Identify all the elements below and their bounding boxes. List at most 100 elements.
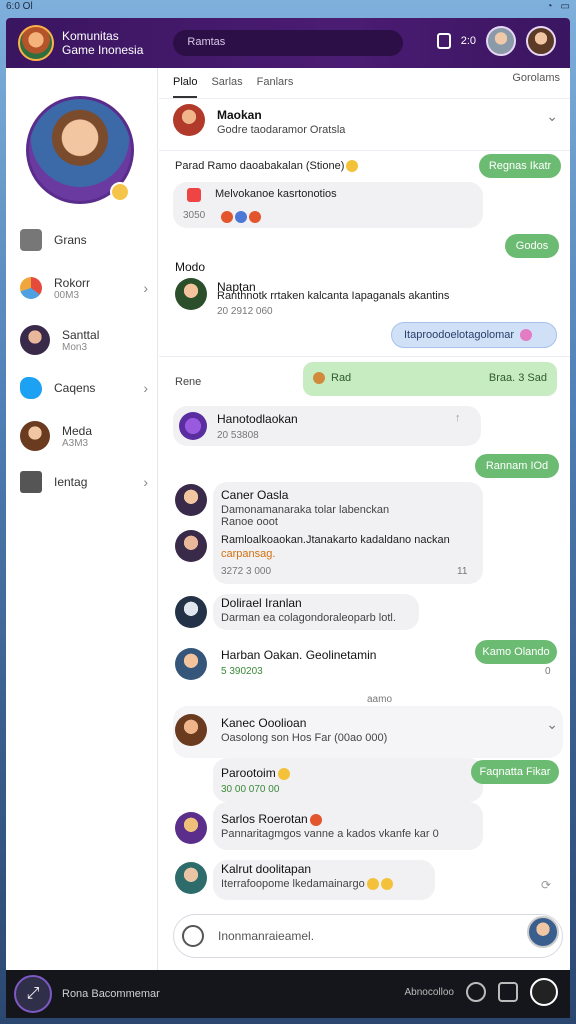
member-avatar[interactable] [175, 714, 207, 746]
message-meta: 3050 [183, 210, 206, 221]
member-avatar[interactable] [175, 648, 207, 680]
member-avatar[interactable] [179, 412, 207, 440]
message-input[interactable]: Inonmanraieamel. [218, 929, 314, 943]
message-meta: 11 [457, 566, 468, 577]
message-meta: 5 390203 [221, 666, 263, 677]
message-author: Kanec Ooolioan [221, 716, 307, 730]
app-window: Komunitas Game Inonesia Ramtas 2:0 Grans… [6, 18, 570, 970]
divider [159, 98, 570, 99]
bottom-bar: ⤢ Rona Bacommemar Abnocolloo [6, 970, 570, 1018]
message-author: Harban Oakan. Geolinetamin [221, 648, 377, 662]
emoji-icon [277, 767, 290, 780]
highlight-bubble[interactable]: Rad Braa. 3 Sad [303, 362, 557, 396]
message-text: Pannaritagmgos vanne a kados vkanfe kar … [221, 828, 439, 840]
pinned-name: Maokan [217, 108, 262, 122]
message-text: Melvokanoe kasrtonotios [215, 188, 337, 200]
message-text: Darman ea colagondoraleoparb lotl. [221, 612, 396, 624]
meda-avatar [20, 421, 50, 451]
message-text: Parad Ramo daoabakalan (Stione) [175, 160, 359, 173]
share-icon[interactable] [498, 982, 518, 1002]
pinned-avatar[interactable] [173, 104, 205, 136]
sidebar-item-ientag[interactable]: Ientag › [20, 464, 150, 500]
reply-bubble[interactable]: Rannam IOd [475, 454, 559, 478]
user-avatar[interactable] [526, 26, 556, 56]
member-avatar[interactable] [175, 484, 207, 516]
shield-icon [20, 229, 42, 251]
message-text: Damonamanaraka tolar labenckan [221, 504, 390, 516]
sidebar-item-grans[interactable]: Grans [20, 222, 150, 258]
message-author: Dolirael Iranlan [221, 596, 302, 610]
reply-bubble[interactable]: Godos [505, 234, 559, 258]
message-text: Ramloalkoaokan.Jtanakarto kadaldano nack… [221, 534, 450, 546]
system-status-bar: 6:0 Ol ◔ ▭ [0, 0, 576, 14]
message-author: Parootoim [221, 766, 290, 780]
member-avatar[interactable] [175, 812, 207, 844]
emoji-icon [235, 210, 247, 223]
tab-fanlars[interactable]: Fanlars [257, 72, 294, 98]
bird-icon [20, 377, 42, 399]
chevron-down-icon[interactable]: ⌄ [546, 716, 558, 733]
sidebar-item-santtal[interactable]: Santtal Mon3 [20, 322, 150, 358]
info-icon[interactable]: ↑ [455, 412, 461, 424]
chrome-icon [20, 277, 42, 299]
reply-bubble[interactable]: Regnas Ikatr [479, 154, 561, 178]
date-separator: aamo [367, 694, 393, 705]
wifi-icon: ◔ [546, 1, 553, 12]
divider [159, 356, 570, 357]
message-bubble[interactable] [213, 758, 483, 802]
composer-avatar[interactable] [527, 916, 559, 948]
app-logo-icon[interactable] [18, 25, 54, 61]
emoji-icon [366, 878, 379, 891]
notification-count: 2:0 [460, 35, 476, 47]
message-meta: 20 53808 [217, 430, 259, 441]
emoji-icon [313, 372, 325, 384]
chevron-right-icon: › [143, 474, 148, 490]
music-note-icon [20, 471, 42, 493]
message-author: Caner Oasla [221, 488, 289, 502]
compass-icon: ⤢ [26, 985, 40, 1002]
message-flag: 0 [545, 666, 551, 677]
system-time: 6:0 Ol [6, 1, 33, 12]
reply-bubble[interactable]: Faqnatta Fikar [471, 760, 559, 784]
message-text: Oasolong son Hos Far (00ao 000) [221, 732, 388, 744]
message-composer[interactable]: Inonmanraieamel. ✎ [173, 914, 563, 958]
chevron-down-icon[interactable]: ⌄ [546, 108, 558, 125]
message-author: Kalrut doolitapan [221, 862, 312, 876]
friend-avatar[interactable] [486, 26, 516, 56]
chevron-right-icon: › [143, 280, 148, 296]
smiley-icon[interactable] [466, 982, 486, 1002]
sidebar-item-caqens[interactable]: Caqens › [20, 370, 150, 406]
app-header: Komunitas Game Inonesia Ramtas 2:0 [6, 18, 570, 68]
tab-plalo[interactable]: Plalo [173, 72, 198, 98]
pinned-preview: Godre taodaramor Oratsla [217, 124, 346, 136]
santtal-avatar [20, 325, 50, 355]
member-avatar[interactable] [175, 862, 207, 894]
notification-icon[interactable] [436, 33, 451, 49]
tab-gorolams[interactable]: Gorolams [512, 72, 560, 84]
message-label: Rene [175, 376, 202, 388]
message-text: Iterrafoopome lkedamainargo [221, 878, 393, 891]
sidebar-item-rokorr[interactable]: Rokorr 00M3 › [20, 270, 150, 306]
sidebar: Grans Rokorr 00M3 › Santtal Mon3 Caqens … [6, 68, 158, 970]
member-avatar[interactable] [175, 278, 207, 310]
search-input[interactable]: Ramtas [173, 30, 404, 56]
member-avatar[interactable] [175, 596, 207, 628]
message-meta: 3272 3 000 [221, 566, 272, 577]
level-badge-icon [110, 182, 130, 202]
launcher-button[interactable]: ⤢ [14, 975, 52, 1013]
camera-icon[interactable] [182, 925, 204, 947]
divider [159, 150, 570, 151]
message-text: carpansag. [221, 548, 276, 560]
message-bubble[interactable] [213, 802, 483, 850]
power-icon[interactable] [530, 978, 558, 1006]
sidebar-item-meda[interactable]: Meda A3M3 [20, 418, 150, 454]
tab-sarlas[interactable]: Sarlas [211, 72, 242, 98]
message-author: Sarlos Roerotan [221, 812, 322, 826]
reply-bubble[interactable]: Itaproodoelotagolomar [391, 322, 557, 348]
bottom-right-label: Abnocolloo [404, 986, 454, 998]
reply-bubble[interactable]: Kamo Olando [475, 640, 557, 664]
gift-icon [187, 188, 201, 202]
emoji-icon [346, 160, 359, 173]
refresh-icon[interactable]: ⟳ [541, 878, 551, 892]
member-avatar[interactable] [175, 530, 207, 562]
